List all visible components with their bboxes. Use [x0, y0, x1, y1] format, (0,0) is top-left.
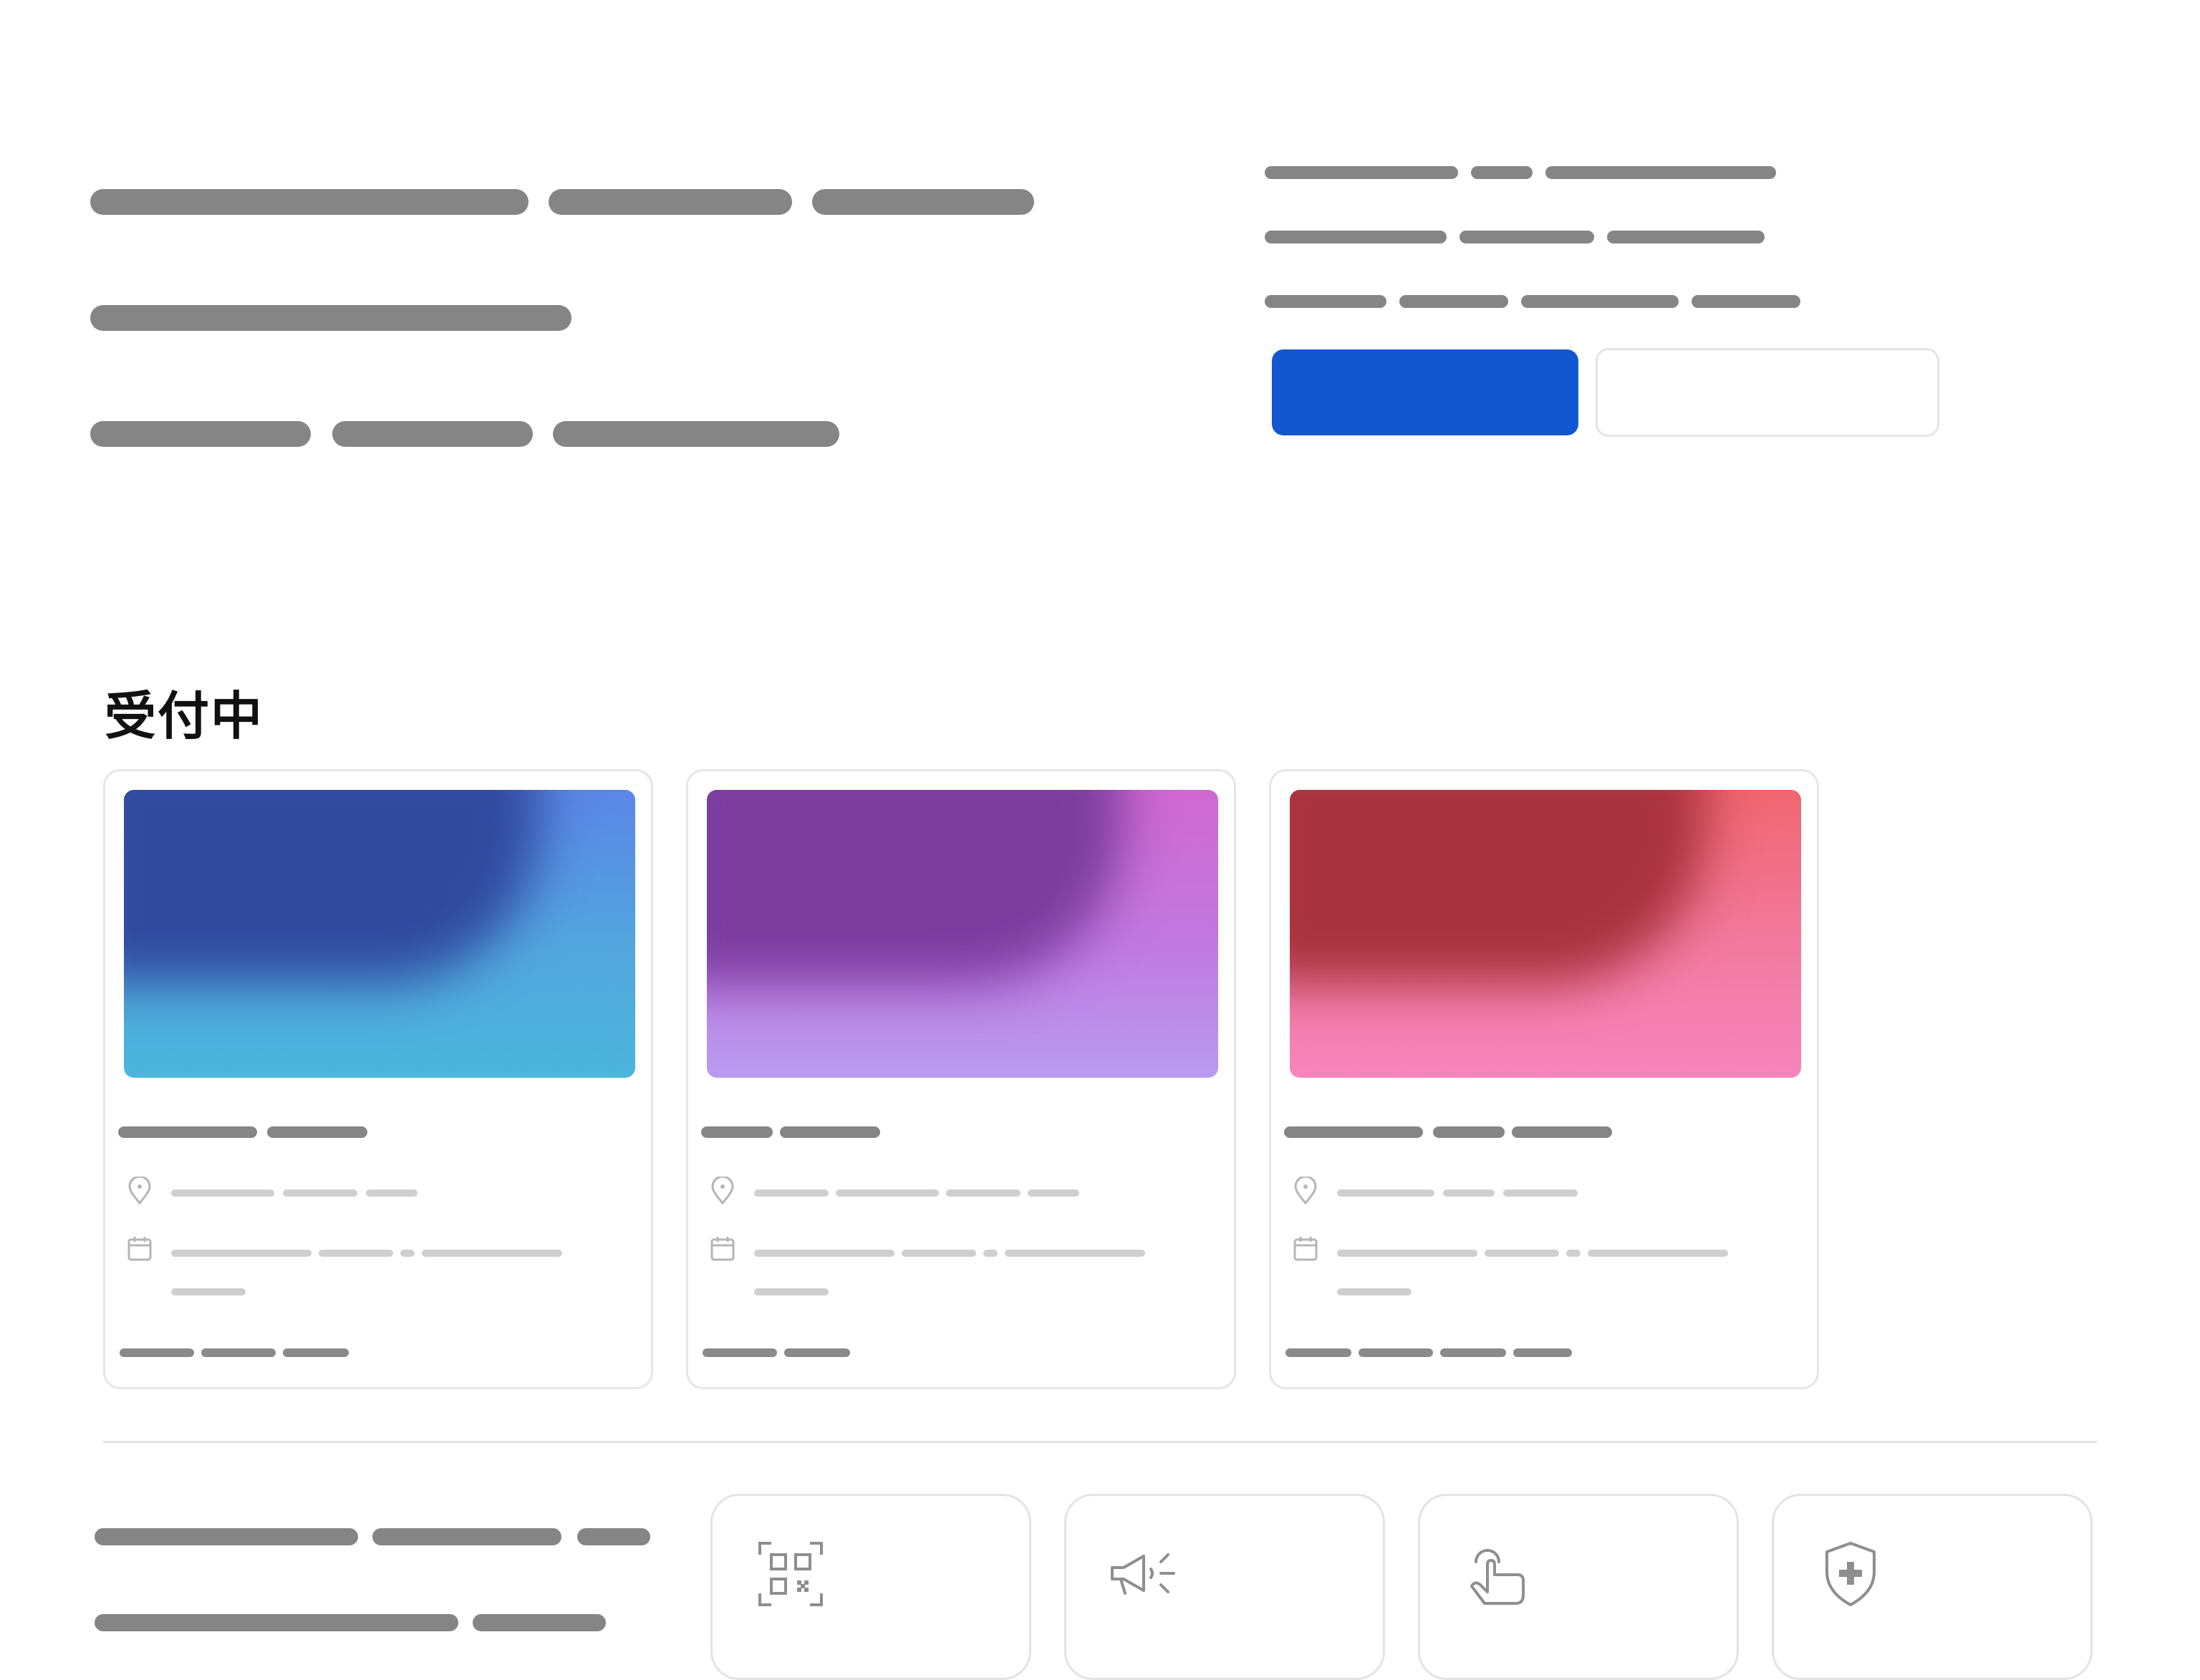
primary-cta-button[interactable] [1272, 349, 1578, 435]
calendar-icon [710, 1237, 735, 1261]
card-footer-text [1359, 1348, 1433, 1357]
date-text [983, 1250, 998, 1257]
card-footer-text [120, 1348, 194, 1357]
event-thumbnail [124, 790, 635, 1078]
section-divider [103, 1441, 2097, 1443]
megaphone-icon [1111, 1553, 1175, 1595]
event-card[interactable] [103, 769, 653, 1389]
date-text [1337, 1250, 1477, 1257]
desc-line-1a [1265, 166, 1458, 179]
intro-line-1c [577, 1528, 650, 1545]
tap-hand-icon [1470, 1549, 1525, 1605]
location-pin-icon [1294, 1177, 1317, 1205]
event-title-line [1284, 1126, 1423, 1138]
location-text [283, 1189, 357, 1197]
date-text [754, 1250, 894, 1257]
location-text [1337, 1189, 1434, 1197]
desc-line-3a [1265, 295, 1386, 308]
date-text [171, 1250, 312, 1257]
date-text [754, 1288, 829, 1295]
date-text [171, 1288, 246, 1295]
card-footer-text [784, 1348, 850, 1357]
calendar-icon [127, 1237, 152, 1261]
location-text [836, 1189, 939, 1197]
date-text [902, 1250, 976, 1257]
feature-card-tap[interactable] [1418, 1494, 1739, 1680]
date-text [400, 1250, 415, 1257]
event-thumbnail [1290, 790, 1801, 1078]
section-title-open-events: 受付中 [105, 686, 264, 746]
location-text [1028, 1189, 1079, 1197]
location-text [1443, 1189, 1495, 1197]
date-text [422, 1250, 562, 1257]
desc-line-1c [1545, 166, 1776, 179]
location-text [366, 1189, 418, 1197]
headline-line-3a [90, 421, 311, 447]
desc-line-3b [1399, 295, 1508, 308]
event-thumbnail [707, 790, 1218, 1078]
date-text [1566, 1250, 1581, 1257]
desc-line-3d [1692, 295, 1800, 308]
desc-line-2a [1265, 231, 1447, 243]
event-card[interactable] [1269, 769, 1819, 1389]
event-title-line [701, 1126, 773, 1138]
headline-line-1a [90, 189, 529, 215]
feature-card-qr[interactable] [710, 1494, 1031, 1680]
location-pin-icon [128, 1177, 151, 1205]
location-text [946, 1189, 1021, 1197]
intro-line-1b [372, 1528, 561, 1545]
feature-card-announce[interactable] [1064, 1494, 1385, 1680]
card-footer-text [1440, 1348, 1506, 1357]
event-title-line [1512, 1126, 1612, 1138]
intro-line-2a [95, 1614, 458, 1631]
qr-code-icon [758, 1542, 823, 1606]
card-footer-text [283, 1348, 349, 1357]
headline-line-1b [549, 189, 792, 215]
event-title-line [1433, 1126, 1505, 1138]
location-text [171, 1189, 274, 1197]
card-footer-text [201, 1348, 276, 1357]
location-text [1503, 1189, 1578, 1197]
date-text [1337, 1288, 1412, 1295]
card-footer-text [1285, 1348, 1351, 1357]
desc-line-2c [1607, 231, 1765, 243]
desc-line-2b [1460, 231, 1594, 243]
intro-line-2b [473, 1614, 606, 1631]
feature-card-security[interactable] [1772, 1494, 2093, 1680]
headline-line-2 [90, 305, 571, 331]
date-text [1588, 1250, 1728, 1257]
location-pin-icon [711, 1177, 734, 1205]
headline-line-3b [332, 421, 533, 447]
desc-line-3c [1521, 295, 1679, 308]
date-text [319, 1250, 393, 1257]
event-title-line [267, 1126, 367, 1138]
date-text [1005, 1250, 1145, 1257]
desc-line-1b [1471, 166, 1533, 179]
event-title-line [118, 1126, 257, 1138]
calendar-icon [1293, 1237, 1318, 1261]
event-title-line [780, 1126, 880, 1138]
card-footer-text [1513, 1348, 1572, 1357]
event-card[interactable] [686, 769, 1236, 1389]
intro-line-1a [95, 1528, 358, 1545]
shield-plus-icon [1825, 1542, 1876, 1606]
secondary-cta-button[interactable] [1596, 348, 1939, 437]
card-footer-text [703, 1348, 777, 1357]
location-text [754, 1189, 829, 1197]
date-text [1485, 1250, 1559, 1257]
headline-line-3c [553, 421, 839, 447]
headline-line-1c [812, 189, 1034, 215]
